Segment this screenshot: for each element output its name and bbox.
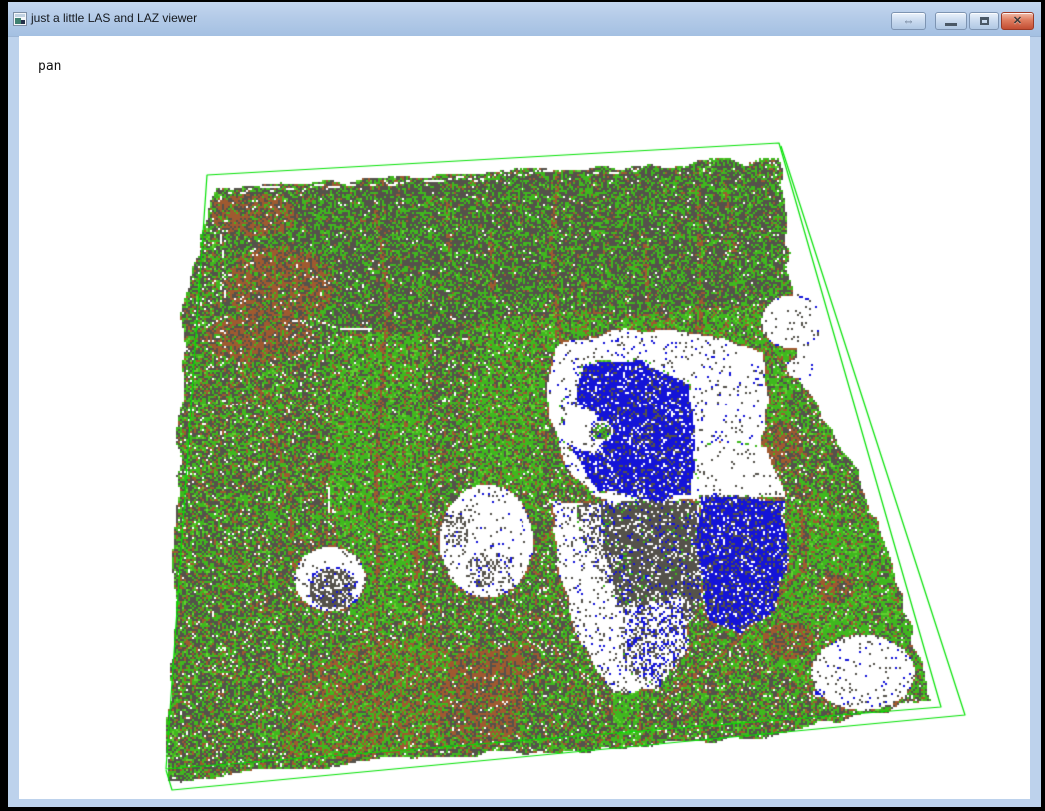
screen: just a little LAS and LAZ viewer ⇔ ✕ pan bbox=[0, 0, 1045, 811]
close-button[interactable]: ✕ bbox=[1001, 12, 1034, 30]
horizontal-resize-icon: ⇔ bbox=[903, 15, 915, 27]
pan-mode-label: pan bbox=[38, 59, 61, 74]
app-icon-titlebar bbox=[15, 14, 25, 17]
app-window: just a little LAS and LAZ viewer ⇔ ✕ pan bbox=[8, 2, 1041, 807]
close-icon: ✕ bbox=[1013, 16, 1022, 27]
resize-button[interactable]: ⇔ bbox=[891, 12, 926, 30]
maximize-icon bbox=[980, 17, 989, 25]
app-icon bbox=[13, 12, 27, 26]
app-icon-corner bbox=[21, 20, 25, 24]
minimize-icon bbox=[945, 23, 957, 26]
viewport-area: pan bbox=[19, 36, 1030, 799]
window-title: just a little LAS and LAZ viewer bbox=[31, 11, 197, 25]
minimize-button[interactable] bbox=[935, 12, 967, 30]
point-cloud-viewport[interactable] bbox=[19, 36, 1030, 799]
title-bar[interactable]: just a little LAS and LAZ viewer ⇔ ✕ bbox=[8, 2, 1041, 37]
maximize-button[interactable] bbox=[969, 12, 999, 30]
